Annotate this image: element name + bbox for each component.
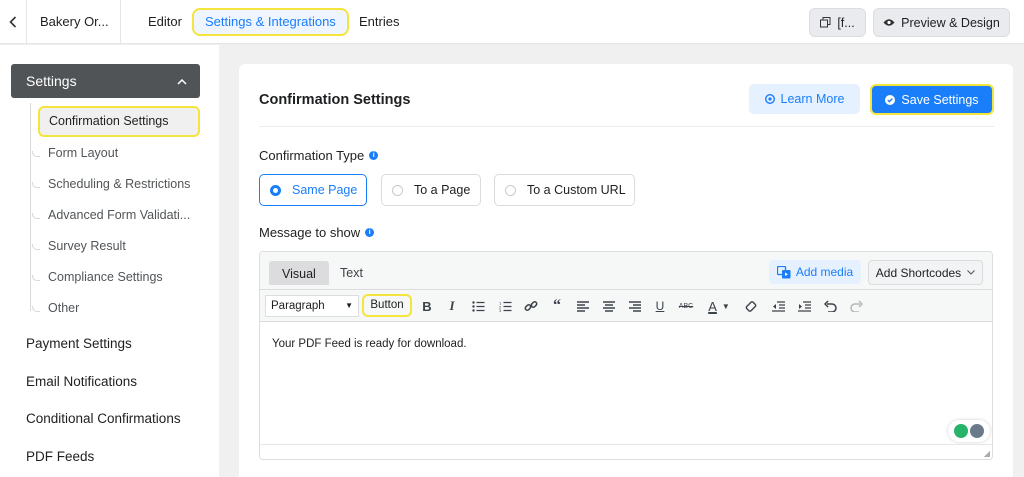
confirmation-type-label: Confirmation Type i xyxy=(259,148,379,163)
italic-icon[interactable]: I xyxy=(442,296,462,316)
editor-status-bar: ◢ xyxy=(260,444,992,459)
chevron-up-icon xyxy=(177,64,187,98)
insert-button-tool[interactable]: Button xyxy=(362,294,412,317)
assistant-icon[interactable] xyxy=(948,420,990,442)
sidebar-item-form-layout[interactable]: Form Layout xyxy=(32,146,118,160)
learn-more-button[interactable]: Learn More xyxy=(749,84,860,114)
shortcode-copy-button[interactable]: [f... xyxy=(809,8,866,37)
back-icon[interactable] xyxy=(0,0,26,44)
top-bar: Bakery Or... Editor Settings & Integrati… xyxy=(0,0,1024,44)
indent-icon[interactable] xyxy=(794,296,814,316)
bold-icon[interactable]: B xyxy=(417,296,437,316)
resize-handle-icon[interactable]: ◢ xyxy=(984,449,990,458)
bullet-list-icon[interactable] xyxy=(468,296,488,316)
align-left-icon[interactable] xyxy=(573,296,593,316)
radio-selected-icon xyxy=(270,184,281,196)
info-icon[interactable]: i xyxy=(365,228,375,237)
redo-icon[interactable] xyxy=(846,296,866,316)
chevron-down-icon xyxy=(967,270,976,275)
info-icon[interactable]: i xyxy=(369,151,379,160)
outdent-icon[interactable] xyxy=(768,296,788,316)
sidebar-item-conditional-confirmations[interactable]: Conditional Confirmations xyxy=(26,411,181,426)
add-media-label: Add media xyxy=(795,265,854,279)
play-circle-icon xyxy=(764,94,775,104)
tab-entries[interactable]: Entries xyxy=(359,0,399,44)
editor-toolbar: Paragraph ▼ Button B I 123 “ U ABC A ▼ xyxy=(260,289,992,322)
align-right-icon[interactable] xyxy=(625,296,645,316)
link-icon[interactable] xyxy=(521,296,541,316)
editor-content[interactable]: Your PDF Feed is ready for download. xyxy=(272,338,467,350)
radio-to-a-page[interactable]: To a Page xyxy=(381,174,481,206)
sidebar-item-payment-settings[interactable]: Payment Settings xyxy=(26,336,132,351)
settings-sidebar: Settings Confirmation Settings Form Layo… xyxy=(0,45,219,477)
plus-bubble-icon xyxy=(954,424,968,438)
format-select[interactable]: Paragraph ▼ xyxy=(265,295,359,317)
preview-design-button[interactable]: Preview & Design xyxy=(873,8,1010,37)
sidebar-item-confirmation-settings[interactable]: Confirmation Settings xyxy=(38,106,200,137)
sidebar-item-survey-result[interactable]: Survey Result xyxy=(32,239,126,253)
tab-editor[interactable]: Editor xyxy=(148,0,182,44)
eye-icon xyxy=(883,19,895,26)
sidebar-item-other[interactable]: Other xyxy=(32,301,79,315)
form-title[interactable]: Bakery Or... xyxy=(26,0,121,44)
sidebar-item-advanced-validation[interactable]: Advanced Form Validati... xyxy=(32,208,190,222)
divider xyxy=(259,126,994,127)
message-label: Message to show i xyxy=(259,225,375,240)
radio-empty-icon xyxy=(505,184,516,196)
dropdown-arrow-icon: ▼ xyxy=(345,301,353,310)
add-shortcodes-label: Add Shortcodes xyxy=(875,265,962,280)
tab-text[interactable]: Text xyxy=(328,261,375,285)
sidebar-item-compliance[interactable]: Compliance Settings xyxy=(32,270,163,284)
svg-text:3: 3 xyxy=(499,308,502,312)
strikethrough-icon[interactable]: ABC xyxy=(676,296,696,316)
align-center-icon[interactable] xyxy=(599,296,619,316)
sidebar-section-title: Settings xyxy=(26,73,77,89)
editor-tab-bar: Visual Text Add media Add Shortcodes xyxy=(260,252,992,289)
tree-line xyxy=(30,103,31,311)
sidebar-section-settings[interactable]: Settings xyxy=(11,64,200,98)
tab-visual[interactable]: Visual xyxy=(269,261,329,285)
undo-icon[interactable] xyxy=(820,296,840,316)
sidebar-item-scheduling[interactable]: Scheduling & Restrictions xyxy=(32,177,190,191)
shortcode-label: [f... xyxy=(837,15,855,30)
numbered-list-icon[interactable]: 123 xyxy=(495,296,515,316)
underline-icon[interactable]: U xyxy=(650,296,670,316)
text-color-icon[interactable]: A ▼ xyxy=(702,296,736,316)
media-icon xyxy=(776,265,791,278)
sidebar-item-pdf-feeds[interactable]: PDF Feeds xyxy=(26,449,94,464)
preview-label: Preview & Design xyxy=(901,15,1000,30)
copy-icon xyxy=(820,17,831,28)
save-settings-button[interactable]: Save Settings xyxy=(870,84,994,115)
radio-same-page[interactable]: Same Page xyxy=(259,174,367,206)
radio-custom-url[interactable]: To a Custom URL xyxy=(494,174,635,206)
settings-card: Confirmation Settings Learn More Save Se… xyxy=(239,64,1013,477)
check-circle-icon xyxy=(885,94,896,105)
add-media-button[interactable]: Add media xyxy=(769,260,861,284)
eraser-icon[interactable] xyxy=(741,296,761,316)
add-shortcodes-dropdown[interactable]: Add Shortcodes xyxy=(868,260,983,285)
sidebar-item-email-notifications[interactable]: Email Notifications xyxy=(26,374,137,389)
save-label: Save Settings xyxy=(901,92,979,107)
rich-text-editor: Visual Text Add media Add Shortcodes Par… xyxy=(259,251,993,460)
robot-icon xyxy=(970,424,984,438)
tab-settings-integrations[interactable]: Settings & Integrations xyxy=(192,8,349,36)
page-title: Confirmation Settings xyxy=(259,92,411,108)
blockquote-icon[interactable]: “ xyxy=(547,296,567,316)
learn-more-label: Learn More xyxy=(780,92,845,106)
radio-empty-icon xyxy=(392,184,403,196)
